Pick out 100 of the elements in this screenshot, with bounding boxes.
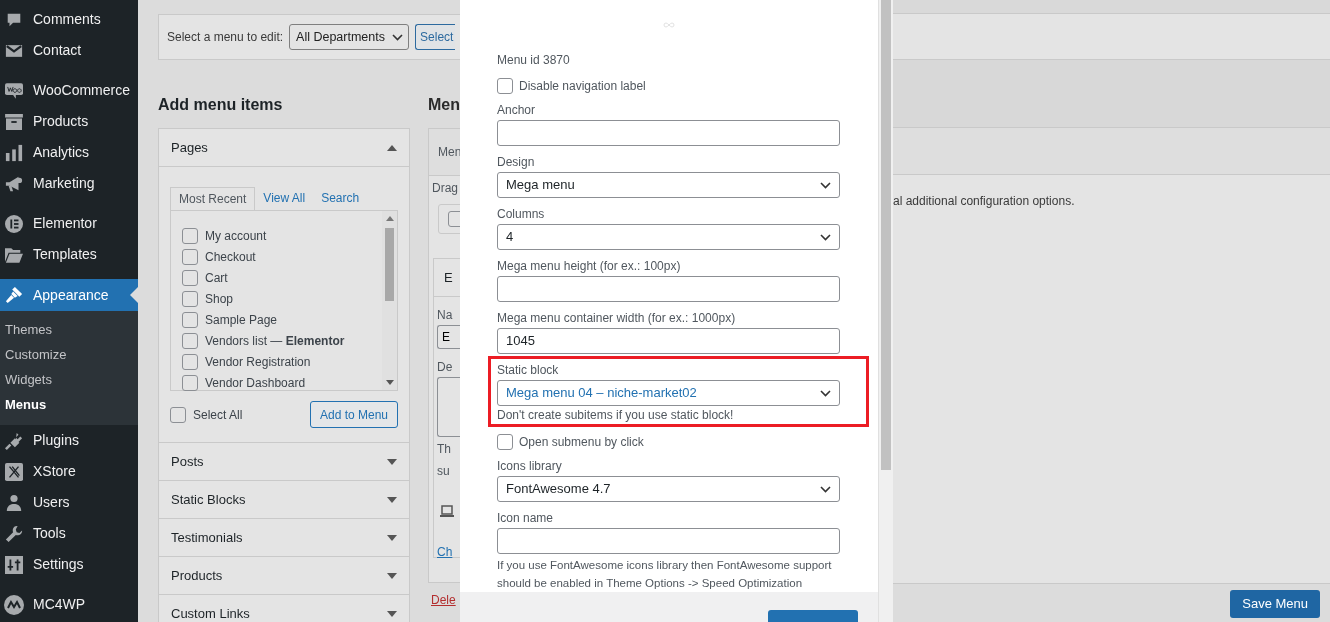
sidebar-item[interactable]: MC4WP [0, 589, 138, 620]
checkbox[interactable] [182, 269, 198, 286]
save-menu-button[interactable]: Save Menu [1230, 590, 1320, 618]
triangle-down-icon [387, 610, 397, 617]
sidebar-item[interactable]: XStore [0, 456, 138, 487]
menu-dropdown[interactable]: All Departments [289, 24, 410, 50]
chevron-down-icon [820, 485, 831, 493]
page-label: Cart [205, 269, 228, 287]
select-all-label: Select All [193, 406, 243, 424]
paintbrush-icon [5, 286, 23, 304]
field-note: Don't create subitems if you use static block! [497, 407, 735, 423]
checkbox[interactable] [182, 227, 198, 244]
sidebar-item[interactable]: Contact [0, 35, 138, 66]
triangle-down-icon [387, 458, 397, 465]
input-field[interactable] [497, 528, 840, 554]
menu-item-title: E [444, 268, 453, 287]
accordion-header[interactable]: Products [159, 556, 409, 594]
tab[interactable]: Most Recent [170, 187, 256, 210]
scroll-thumb[interactable] [385, 228, 394, 301]
instructions-text: Th [436, 441, 452, 458]
dropdown[interactable]: Mega menu 04 – niche-market02 [497, 380, 840, 406]
checkbox[interactable] [182, 374, 198, 391]
page-label: My account [205, 227, 267, 245]
field-label: Anchor [497, 102, 537, 118]
menu-id-text: Menu id 3870 [497, 52, 571, 68]
scrollbar[interactable] [382, 211, 397, 390]
field-label: Mega menu container width (for ex.: 1000px) [497, 310, 737, 326]
triangle-down-icon [387, 534, 397, 541]
select-button[interactable]: Select [415, 24, 456, 50]
person-icon [5, 493, 23, 512]
submenu-item[interactable]: Themes [0, 317, 138, 342]
add-to-menu-button[interactable]: Add to Menu [309, 401, 398, 428]
page-label: Sample Page [205, 311, 278, 329]
scrollbar[interactable] [878, 0, 893, 622]
input-field[interactable] [497, 276, 840, 302]
checkbox[interactable] [497, 78, 513, 94]
chevron-down-icon [820, 233, 831, 241]
checkbox[interactable] [182, 332, 198, 349]
elementor-logo-icon [5, 214, 23, 233]
sidebar-item[interactable]: WooCommerce [0, 75, 138, 106]
bar-chart-icon [5, 143, 23, 162]
checkbox[interactable] [182, 353, 198, 370]
dropdown[interactable]: FontAwesome 4.7 [497, 476, 840, 502]
sidebar-item[interactable]: Tools [0, 518, 138, 549]
checkbox[interactable] [170, 406, 186, 423]
x-logo-icon [5, 462, 23, 481]
dropdown[interactable]: 4 [497, 224, 840, 250]
dropdown[interactable]: Mega menu [497, 172, 840, 198]
accordion-header[interactable]: Posts [159, 442, 409, 480]
checkbox[interactable] [182, 290, 198, 307]
wrench-icon [5, 524, 23, 543]
woo-badge-icon [5, 82, 23, 99]
field-label: Static block [497, 362, 560, 378]
sidebar-item[interactable]: Products [0, 106, 138, 137]
page-label: Shop [205, 290, 234, 308]
instructions-text: Drag [431, 180, 459, 197]
accordion-header[interactable]: Custom Links [159, 594, 409, 622]
triangle-down-icon [387, 496, 397, 503]
plug-icon [5, 431, 23, 450]
sidebar-item[interactable]: Analytics [0, 137, 138, 168]
page-label: Checkout [205, 248, 256, 266]
sidebar-item[interactable]: Elementor [0, 208, 138, 239]
checkbox-label: Open submenu by click [519, 434, 644, 451]
accordion-header[interactable]: Pages [159, 129, 409, 167]
link[interactable]: Ch [434, 543, 460, 561]
checkbox[interactable] [497, 434, 513, 450]
delete-menu-link[interactable]: Dele [428, 591, 460, 609]
input-field[interactable] [497, 120, 840, 146]
sidebar-item[interactable]: Comments [0, 4, 138, 35]
chevron-down-icon [820, 181, 831, 189]
page-label: Vendors list — Elementor [205, 332, 345, 350]
scroll-down-icon[interactable] [385, 380, 394, 385]
field-label: Icon name [497, 510, 555, 526]
sidebar-item[interactable]: Appearance [0, 279, 138, 311]
accordion-header[interactable]: Testimonials [159, 518, 409, 556]
sliders-icon [5, 555, 23, 574]
field-label: Mega menu height (for ex.: 100px) [497, 258, 682, 274]
field-label: De [436, 359, 454, 375]
tab[interactable]: View All [255, 187, 314, 210]
checkbox[interactable] [182, 248, 198, 265]
submenu-item[interactable]: Widgets [0, 367, 138, 392]
sidebar-item[interactable]: Plugins [0, 425, 138, 456]
page-label: Vendor Dashboard [205, 374, 306, 392]
section-heading: Men [428, 95, 460, 115]
submenu-item[interactable]: Menus [0, 392, 138, 417]
sidebar-item[interactable]: Users [0, 487, 138, 518]
instructions-text: al additional configuration options. [893, 194, 1075, 208]
laptop-icon [440, 505, 454, 517]
tab[interactable]: Search [313, 187, 368, 210]
sidebar-item[interactable]: Settings [0, 549, 138, 580]
scroll-up-icon[interactable] [385, 216, 394, 221]
input-field[interactable]: 1045 [497, 328, 840, 354]
help-text: If you use FontAwesome icons library then FontAwesome support should be enabled in Theme Options -> Speed Optimization [497, 558, 833, 591]
accordion-header[interactable]: Static Blocks [159, 480, 409, 518]
checkbox[interactable] [182, 311, 198, 328]
triangle-up-icon [387, 144, 397, 151]
sidebar-item[interactable]: Templates [0, 239, 138, 270]
infinity-icon [662, 22, 675, 28]
submenu-item[interactable]: Customize [0, 342, 138, 367]
sidebar-item[interactable]: Marketing [0, 168, 138, 199]
